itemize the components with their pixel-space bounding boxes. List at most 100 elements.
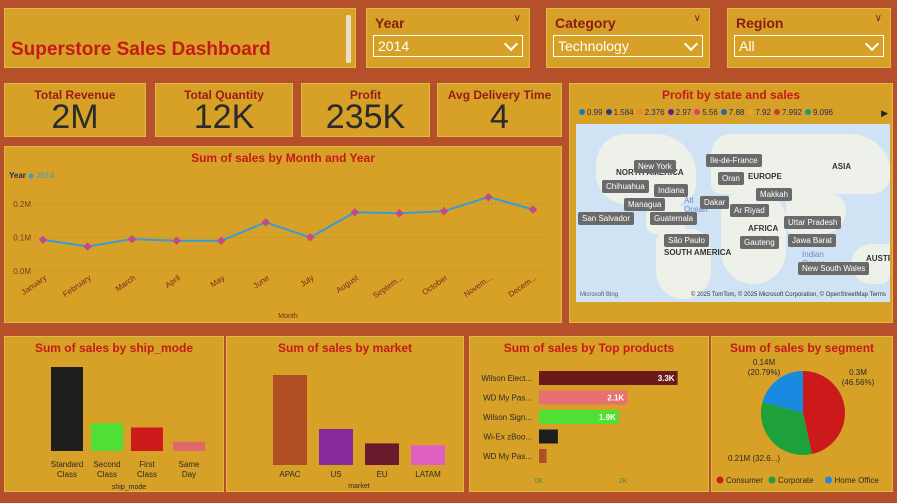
- year-slicer-label: Year: [375, 15, 405, 31]
- data-point[interactable]: [395, 208, 404, 218]
- scrollbar[interactable]: [346, 15, 351, 63]
- x-tick-label: US: [330, 470, 341, 479]
- data-label: 3.3K: [658, 374, 675, 383]
- x-tick-label: May: [209, 273, 227, 289]
- map-place-label[interactable]: Dakar: [700, 196, 730, 209]
- year-slicer[interactable]: Year ∨ 2014: [366, 8, 530, 68]
- products-chart-svg[interactable]: Wilson Elect... 3.3K WD My Pas... 2.1K Wilso…: [470, 337, 710, 493]
- x-tick-label: October: [421, 273, 450, 297]
- region-dropdown[interactable]: All: [734, 35, 884, 57]
- year-value: 2014: [378, 38, 410, 54]
- bar[interactable]: [91, 423, 123, 451]
- x-tick-label: February: [61, 273, 92, 299]
- legend-dot: [716, 476, 724, 484]
- map-place-label[interactable]: Guatemala: [650, 212, 698, 225]
- data-point[interactable]: [528, 205, 538, 214]
- map-place-label[interactable]: São Paulo: [664, 234, 709, 247]
- map-place-label[interactable]: Indiana: [654, 184, 689, 197]
- bar[interactable]: [51, 367, 83, 451]
- map-place-label[interactable]: Uttar Pradesh: [784, 216, 842, 229]
- chevron-down-icon[interactable]: ∨: [514, 13, 521, 24]
- map-place-label[interactable]: Ile-de-France: [706, 154, 762, 167]
- data-point[interactable]: [484, 192, 493, 202]
- series-line: [42, 196, 534, 248]
- legend-dot: [694, 109, 701, 115]
- category-dropdown[interactable]: Technology: [553, 35, 703, 57]
- segment-pie-svg[interactable]: 0.14M(20.79%) 0.3M(46.56%) 0.21M (32.6...)…: [712, 337, 894, 493]
- bar[interactable]: [173, 441, 205, 451]
- x-tick-label: EU: [376, 470, 387, 479]
- bar[interactable]: [319, 429, 353, 465]
- x-tick-label: Day: [182, 470, 196, 479]
- line-chart-svg[interactable]: 0.0M 0.1M 0.2M January February March April May…: [5, 147, 563, 324]
- ship-chart-svg[interactable]: StandardClassSecondClassFirstClassSameDa…: [5, 337, 225, 493]
- category-value: Technology: [558, 38, 629, 54]
- map-place-label[interactable]: Jawa Barat: [788, 234, 837, 247]
- slice-label: 0.14M: [753, 358, 776, 367]
- legend-label: 9.096: [812, 108, 834, 117]
- year-dropdown[interactable]: 2014: [373, 35, 523, 57]
- category-slicer[interactable]: Category ∨ Technology: [546, 8, 710, 68]
- data-point[interactable]: [439, 206, 449, 216]
- ship-mode-chart[interactable]: Sum of sales by ship_mode Standard Class S…: [4, 336, 224, 492]
- region-label: EUROPE: [748, 172, 782, 181]
- legend-label: Corporate: [778, 476, 814, 485]
- region-slicer[interactable]: Region ∨ All: [727, 8, 891, 68]
- kpi-value: 4: [490, 98, 509, 136]
- chevron-down-icon[interactable]: ∨: [875, 13, 882, 24]
- bar[interactable]: [411, 445, 445, 465]
- chevron-down-icon[interactable]: ∨: [694, 13, 701, 24]
- map-visual[interactable]: Profit by state and sales 0.99 1.584 2.376…: [569, 83, 893, 323]
- kpi-value: 235K: [325, 98, 406, 136]
- bar[interactable]: [273, 375, 307, 465]
- x-tick-label: July: [299, 273, 316, 289]
- map-canvas[interactable]: NORTH AMERICA EUROPE ASIA AFRICA SOUTH A…: [576, 124, 890, 302]
- segment-pie-chart[interactable]: Sum of sales by segment 0.14M (20.79%) 0.3…: [711, 336, 893, 492]
- map-place-label[interactable]: Chihuahua: [602, 180, 649, 193]
- market-chart-svg[interactable]: APAC US EU LATAM market: [227, 337, 465, 493]
- legend-label: 7.992: [781, 108, 802, 117]
- y-tick-label: WD My Pas...: [483, 394, 532, 403]
- bar[interactable]: [539, 449, 547, 463]
- market-chart[interactable]: Sum of sales by market APAC US EU LATAM mark…: [226, 336, 464, 492]
- legend-dot: [720, 109, 727, 115]
- map-place-label[interactable]: Gauteng: [740, 236, 779, 249]
- pie-slice[interactable]: [803, 371, 846, 455]
- legend-next-icon[interactable]: ▶: [881, 108, 888, 119]
- legend-label: 7.88: [728, 108, 745, 117]
- data-point[interactable]: [306, 233, 315, 242]
- map-place-label[interactable]: Ar Riyad: [730, 204, 769, 217]
- data-label: 2.1K: [607, 394, 624, 403]
- map-place-label[interactable]: New York: [634, 160, 676, 173]
- bar[interactable]: [539, 429, 558, 444]
- x-tick-label: April: [164, 273, 182, 290]
- x-tick-label: August: [334, 273, 360, 295]
- x-tick-label: Standard: [51, 460, 83, 469]
- kpi-profit: Profit 235K: [301, 83, 430, 137]
- map-copyright[interactable]: © 2025 TomTom, © 2025 Microsoft Corporat…: [691, 292, 886, 298]
- x-tick-label: Class: [57, 470, 77, 479]
- bar[interactable]: [131, 427, 163, 451]
- data-point[interactable]: [350, 207, 360, 217]
- map-place-label[interactable]: Makkah: [756, 188, 793, 201]
- category-slicer-label: Category: [555, 15, 616, 31]
- map-place-label[interactable]: San Salvador: [578, 212, 635, 225]
- x-axis-label: market: [348, 483, 369, 490]
- region-label: Atl: [684, 196, 694, 205]
- map-place-label[interactable]: New South Wales: [798, 262, 870, 275]
- data-point[interactable]: [261, 218, 270, 227]
- map-legend: 0.99 1.584 2.376 2.97 5.56 7.88 7.92 7.992 9.096: [576, 108, 833, 117]
- chevron-down-icon: [683, 36, 699, 52]
- data-point[interactable]: [38, 235, 48, 244]
- line-chart-visual[interactable]: Sum of sales by Month and Year Year ◆ 20…: [4, 146, 562, 323]
- map-place-label[interactable]: Managua: [624, 198, 666, 211]
- legend-dot: [773, 109, 780, 115]
- top-products-chart[interactable]: Sum of sales by Top products Wilson Elec…: [469, 336, 709, 492]
- bar[interactable]: [365, 443, 399, 465]
- map-place-label[interactable]: Oran: [718, 172, 744, 185]
- data-point[interactable]: [127, 234, 137, 244]
- data-point[interactable]: [83, 242, 92, 251]
- region-label: AFRICA: [748, 224, 779, 233]
- x-tick-label: January: [20, 273, 48, 297]
- legend-dot: [579, 109, 585, 115]
